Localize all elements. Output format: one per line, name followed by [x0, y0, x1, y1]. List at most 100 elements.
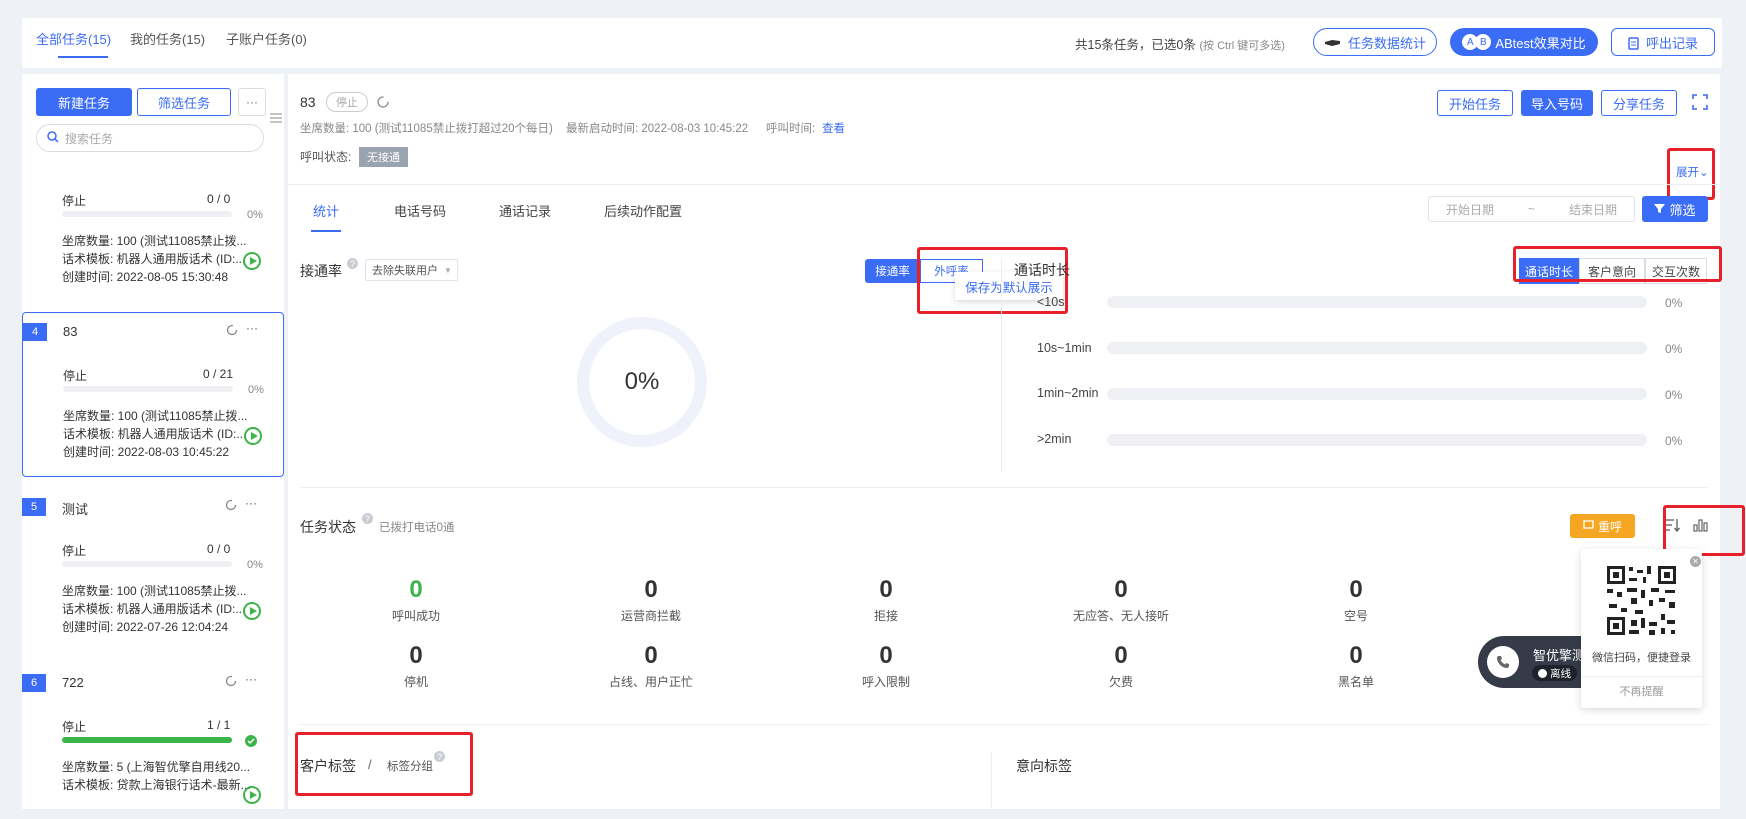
- tag-group-link[interactable]: 标签分组: [387, 758, 433, 774]
- stat-success-value: 0: [409, 576, 423, 603]
- tab-call-records[interactable]: 通话记录: [499, 201, 551, 220]
- task-list-item[interactable]: 5 测试 ··· 停止 0 / 0 0% 坐席数量: 100 (测试11085禁…: [22, 488, 284, 653]
- stat-no-answer-label: 无应答、无人接听: [1072, 609, 1169, 623]
- agent-name: 智优擎测: [1533, 648, 1586, 663]
- refresh-icon[interactable]: [226, 324, 238, 339]
- date-range-picker[interactable]: 开始日期 ~ 结束日期: [1428, 196, 1635, 222]
- refresh-icon[interactable]: [376, 95, 390, 112]
- duration-title: 通话时长: [1014, 262, 1070, 278]
- duration-row-label: >2min: [1037, 432, 1072, 446]
- close-icon[interactable]: ✕: [1690, 556, 1701, 567]
- donut-center-value: 0%: [624, 368, 660, 395]
- task-progress: [63, 386, 233, 392]
- stat-success-label: 呼叫成功: [391, 609, 440, 623]
- help-icon[interactable]: ?: [434, 751, 445, 762]
- help-icon[interactable]: ?: [347, 258, 358, 269]
- task-status-subtitle: 已拨打电话0通: [379, 522, 455, 534]
- stat-inbound-limit-value: 0: [879, 642, 893, 669]
- phone-icon: [1487, 646, 1519, 678]
- tab-statistics[interactable]: 统计: [313, 201, 339, 220]
- stat-carrier-block-label: 运营商拦截: [620, 609, 681, 623]
- task-template: 话术模板: 贷款上海银行话术-最新...: [62, 778, 251, 792]
- toggle-connect-rate[interactable]: 接通率: [865, 259, 920, 283]
- agent-state-badge[interactable]: 离线: [1532, 665, 1577, 681]
- document-icon: [1628, 34, 1640, 50]
- help-icon[interactable]: ?: [362, 513, 373, 524]
- task-status: 停止: [63, 369, 88, 383]
- sort-icon[interactable]: [1664, 518, 1681, 535]
- stat-busy-label: 占线、用户正忙: [608, 675, 693, 689]
- task-stats-button[interactable]: 任务数据统计: [1313, 28, 1437, 56]
- call-time-link[interactable]: 查看: [822, 120, 845, 136]
- tab-sub-accounts[interactable]: 子账户任务(0): [226, 29, 307, 48]
- task-percent: 0%: [247, 209, 263, 221]
- seg-intent[interactable]: 客户意向: [1579, 258, 1645, 284]
- expand-toggle[interactable]: 展开⌄: [1676, 164, 1709, 180]
- stats-icon: [1324, 35, 1342, 50]
- customer-tags-title: 客户标签: [300, 758, 356, 774]
- task-status-title: 任务状态: [300, 519, 356, 535]
- expand-label: 展开: [1676, 167, 1699, 179]
- stat-blacklist-label: 黑名单: [1337, 675, 1374, 689]
- play-icon[interactable]: [243, 602, 261, 620]
- section-divider: [300, 487, 1708, 488]
- task-search-input[interactable]: 搜索任务: [36, 124, 264, 152]
- more-button[interactable]: ···: [238, 88, 266, 116]
- bar-chart-icon[interactable]: [1693, 518, 1709, 535]
- stat-suspended-value: 0: [409, 642, 423, 669]
- new-task-button[interactable]: 新建任务: [36, 88, 132, 116]
- duration-row-label: <10s: [1037, 295, 1065, 309]
- dropdown-arrow-icon: ▼: [444, 265, 452, 275]
- task-count-text: 共15条任务，已选0条 (按 Ctrl 键可多选): [1075, 34, 1285, 53]
- qr-hint: 微信扫码，便捷登录: [1592, 652, 1691, 664]
- fullscreen-icon[interactable]: [1692, 94, 1708, 113]
- duration-row-bar: [1107, 296, 1647, 308]
- call-record-button[interactable]: 呼出记录: [1611, 28, 1715, 56]
- exclude-select[interactable]: 去除失联用户 ▼: [365, 259, 458, 281]
- tab-active-indicator: [58, 56, 108, 58]
- vertical-divider: [991, 752, 992, 808]
- tab-phone-numbers[interactable]: 电话号码: [394, 201, 446, 220]
- tab-active-indicator: [311, 230, 341, 232]
- duration-row-bar: [1107, 388, 1647, 400]
- duration-row-bar: [1107, 342, 1647, 354]
- task-list-item[interactable]: 6 722 ··· 停止 1 / 1 坐席数量: 5 (上海智优擎自用线20..…: [22, 664, 284, 809]
- task-list-item-selected[interactable]: 4 83 ··· 停止 0 / 21 0% 坐席数量: 100 (测试11085…: [22, 312, 284, 477]
- filter-button[interactable]: 筛选: [1642, 196, 1708, 222]
- play-icon[interactable]: [243, 786, 261, 804]
- end-date-placeholder: 结束日期: [1568, 202, 1617, 217]
- popup-divider: [1581, 676, 1702, 677]
- exclude-select-value: 去除失联用户: [372, 265, 438, 277]
- abtest-button[interactable]: A B ABtest效果对比: [1450, 28, 1598, 56]
- task-title: 83: [300, 94, 316, 110]
- recall-label: 重呼: [1597, 519, 1622, 534]
- start-task-button[interactable]: 开始任务: [1437, 90, 1513, 116]
- play-icon[interactable]: [243, 252, 261, 270]
- refresh-icon[interactable]: [225, 499, 237, 514]
- seg-duration[interactable]: 通话时长: [1519, 258, 1579, 284]
- tab-follow-up-config[interactable]: 后续动作配置: [604, 201, 682, 220]
- task-template: 话术模板: 机器人通用版话术 (ID:...: [62, 602, 246, 616]
- seg-interactions[interactable]: 交互次数: [1645, 258, 1707, 284]
- task-more-icon[interactable]: ···: [245, 672, 257, 686]
- recall-icon: [1583, 519, 1594, 533]
- task-more-icon[interactable]: ···: [246, 321, 258, 335]
- tab-all-tasks[interactable]: 全部任务(15): [36, 29, 111, 48]
- play-icon[interactable]: [244, 427, 262, 445]
- start-date-placeholder: 开始日期: [1445, 202, 1494, 217]
- task-more-icon[interactable]: ···: [245, 496, 257, 510]
- call-time-label: 呼叫时间:: [766, 123, 816, 135]
- list-toggle-icon[interactable]: [270, 112, 282, 126]
- duration-row-label: 10s~1min: [1037, 341, 1092, 355]
- filter-task-button[interactable]: 筛选任务: [137, 88, 231, 116]
- stat-arrears-label: 欠费: [1108, 675, 1133, 689]
- dismiss-link[interactable]: 不再提醒: [1581, 683, 1702, 699]
- recall-button[interactable]: 重呼: [1570, 514, 1635, 538]
- tab-my-tasks[interactable]: 我的任务(15): [130, 29, 205, 48]
- share-task-button[interactable]: 分享任务: [1601, 90, 1677, 116]
- import-numbers-button[interactable]: 导入号码: [1521, 90, 1593, 116]
- task-created: 创建时间: 2022-08-05 15:30:48: [62, 270, 229, 284]
- refresh-icon[interactable]: [225, 675, 237, 690]
- seat-info: 坐席数量: 100 (测试11085禁止拨打超过20个每日): [300, 123, 553, 135]
- task-progress-fill: [62, 737, 232, 743]
